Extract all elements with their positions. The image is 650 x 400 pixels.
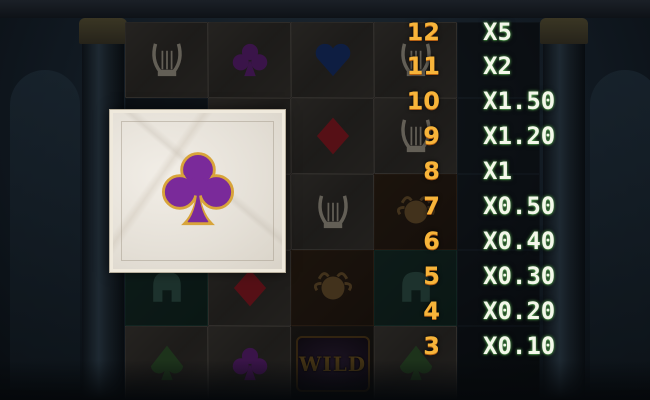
payout-multiplier: X0.40 — [483, 227, 556, 255]
heart-icon — [315, 43, 350, 77]
paytable-row: 10 X1.50 — [398, 87, 578, 121]
floor-shadow — [0, 360, 650, 400]
symbol-count: 12 — [406, 18, 440, 46]
club-icon — [232, 43, 267, 77]
medusa-icon — [313, 272, 352, 300]
reel-cell-lyre — [125, 22, 208, 98]
club-icon — [161, 152, 234, 226]
payout-multiplier: X1 — [483, 157, 512, 185]
slot-game-scene: WILD 12 X5 — [0, 0, 650, 400]
paytable-row: 8 X1 — [398, 157, 578, 191]
payout-multiplier: X0.20 — [483, 297, 556, 325]
reel-cell-lyre — [291, 174, 374, 250]
symbol-count: 8 — [423, 157, 440, 185]
top-frame — [0, 0, 650, 18]
reel-cell-club — [208, 22, 291, 98]
payout-multiplier: X1.20 — [483, 122, 556, 150]
payout-multiplier: X0.30 — [483, 262, 556, 290]
left-arch — [10, 70, 80, 390]
reel-cell-diamond — [291, 98, 374, 174]
symbol-count: 6 — [423, 227, 440, 255]
payout-multiplier: X0.10 — [483, 332, 556, 360]
lyre-icon — [151, 43, 182, 77]
paytable-row: 3 X0.10 — [398, 332, 578, 366]
payout-multiplier: X2 — [483, 52, 512, 80]
paytable-row: 6 X0.40 — [398, 227, 578, 261]
symbol-count: 4 — [423, 297, 440, 325]
symbol-count: 9 — [423, 122, 440, 150]
payout-multiplier: X1.50 — [483, 87, 556, 115]
lyre-icon — [317, 195, 348, 229]
left-column-capital — [79, 18, 127, 44]
reel-cell-medusa — [291, 250, 374, 326]
payout-multiplier: X5 — [483, 18, 512, 46]
payout-multiplier: X0.50 — [483, 192, 556, 220]
paytable-row: 5 X0.30 — [398, 262, 578, 296]
paytable-row: 7 X0.50 — [398, 192, 578, 226]
paytable-row: 9 X1.20 — [398, 122, 578, 156]
symbol-count: 5 — [423, 262, 440, 290]
symbol-count: 3 — [423, 332, 440, 360]
paytable-row: 11 X2 — [398, 52, 578, 86]
paytable-row: 4 X0.20 — [398, 297, 578, 331]
right-arch — [590, 70, 650, 390]
diamond-icon — [316, 117, 349, 155]
symbol-count: 11 — [406, 52, 440, 80]
reel-cell-heart — [291, 22, 374, 98]
symbol-count: 10 — [406, 87, 440, 115]
symbol-info-card[interactable] — [110, 110, 285, 272]
symbol-count: 7 — [423, 192, 440, 220]
paytable-row: 12 X5 — [398, 18, 578, 52]
